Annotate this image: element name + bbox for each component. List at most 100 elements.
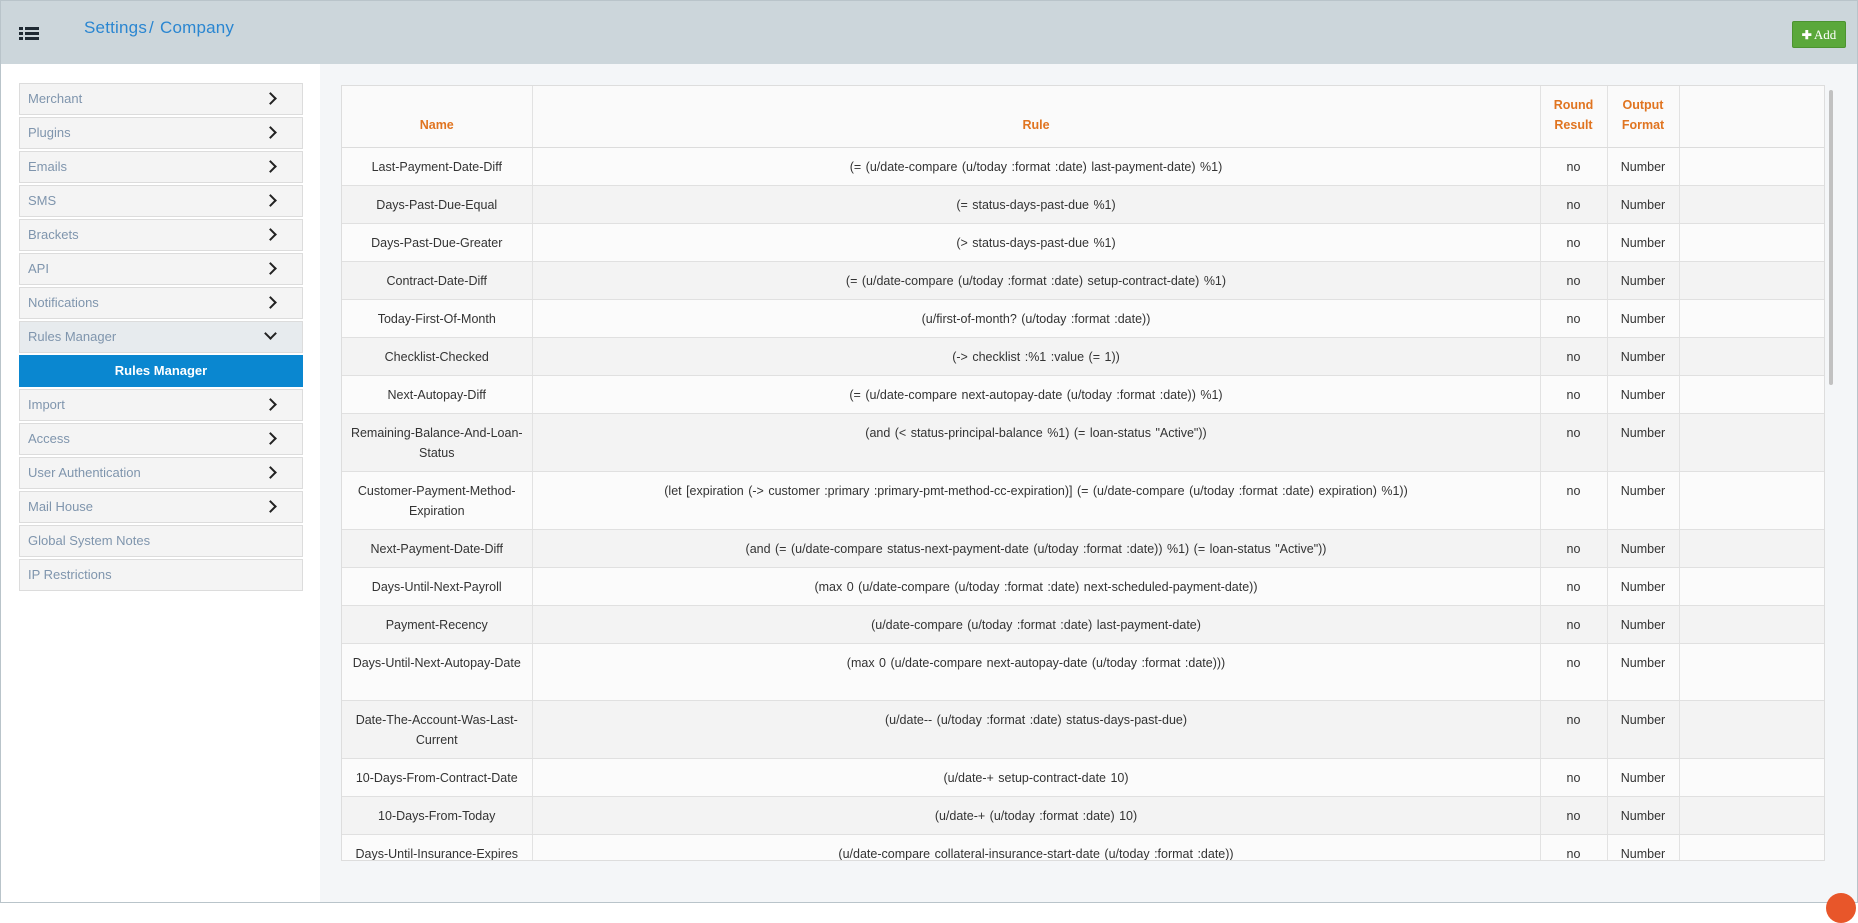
round-result-cell: no bbox=[1540, 337, 1608, 376]
actions-cell bbox=[1679, 471, 1824, 530]
sidebar-item-access[interactable]: Access bbox=[19, 423, 303, 455]
table-row[interactable]: Contract-Date-Diff (= (u/date-compare (u/… bbox=[342, 261, 1824, 300]
column-header-output-format[interactable]: Output Format bbox=[1607, 86, 1680, 148]
round-result-cell: no bbox=[1540, 605, 1608, 644]
table-row[interactable]: Next-Autopay-Diff (= (u/date-compare next… bbox=[342, 375, 1824, 414]
sidebar-item-global-system-notes[interactable]: Global System Notes bbox=[19, 525, 303, 557]
sidebar-item-sms[interactable]: SMS bbox=[19, 185, 303, 217]
output-format-cell: Number bbox=[1607, 796, 1680, 835]
rule-name-cell: Next-Payment-Date-Diff bbox=[342, 529, 533, 568]
column-header-rule[interactable]: Rule bbox=[532, 86, 1541, 148]
round-result-cell: no bbox=[1540, 758, 1608, 797]
round-result-cell: no bbox=[1540, 529, 1608, 568]
sidebar-item-notifications[interactable]: Notifications bbox=[19, 287, 303, 319]
table-row[interactable]: Customer-Payment-Method-Expiration (let [… bbox=[342, 471, 1824, 530]
actions-cell bbox=[1679, 605, 1824, 644]
round-result-cell: no bbox=[1540, 299, 1608, 338]
round-result-cell: no bbox=[1540, 413, 1608, 472]
rule-name-cell: Days-Past-Due-Greater bbox=[342, 223, 533, 262]
chevron-right-icon bbox=[264, 492, 278, 522]
table-row[interactable]: Days-Past-Due-Equal (= status-days-past-d… bbox=[342, 185, 1824, 224]
sidebar-item-user-authentication[interactable]: User Authentication bbox=[19, 457, 303, 489]
rule-expression-cell: (= (u/date-compare (u/today :format :dat… bbox=[532, 147, 1541, 186]
round-result-cell: no bbox=[1540, 185, 1608, 224]
actions-cell bbox=[1679, 299, 1824, 338]
actions-cell bbox=[1679, 567, 1824, 606]
sidebar-item-label: Plugins bbox=[28, 125, 71, 140]
output-format-cell: Number bbox=[1607, 471, 1680, 530]
table-row[interactable]: Days-Until-Next-Payroll (max 0 (u/date-co… bbox=[342, 567, 1824, 606]
actions-cell bbox=[1679, 643, 1824, 701]
table-row[interactable]: Today-First-Of-Month (u/first-of-month? (… bbox=[342, 299, 1824, 338]
round-result-cell: no bbox=[1540, 261, 1608, 300]
breadcrumb-settings[interactable]: Settings bbox=[84, 18, 147, 37]
table-row[interactable]: 10-Days-From-Contract-Date (u/date-+ setu… bbox=[342, 758, 1824, 797]
chevron-right-icon bbox=[264, 458, 278, 488]
sidebar-item-brackets[interactable]: Brackets bbox=[19, 219, 303, 251]
sidebar-item-label: Global System Notes bbox=[28, 533, 151, 548]
table-row[interactable]: Checklist-Checked (-> checklist :%1 :valu… bbox=[342, 337, 1824, 376]
sidebar-item-rules-manager[interactable]: Rules Manager bbox=[19, 321, 303, 353]
output-format-cell: Number bbox=[1607, 529, 1680, 568]
chevron-right-icon bbox=[264, 254, 278, 284]
rule-name-cell: Contract-Date-Diff bbox=[342, 261, 533, 300]
column-header-round-result[interactable]: Round Result bbox=[1540, 86, 1608, 148]
sidebar-item-label: User Authentication bbox=[28, 465, 141, 480]
column-header-name[interactable]: Name bbox=[342, 86, 533, 148]
output-format-cell: Number bbox=[1607, 567, 1680, 606]
rule-name-cell: Days-Until-Next-Autopay-Date bbox=[342, 643, 533, 701]
output-format-cell: Number bbox=[1607, 643, 1680, 701]
table-row[interactable]: Payment-Recency (u/date-compare (u/today … bbox=[342, 605, 1824, 644]
sidebar-item-api[interactable]: API bbox=[19, 253, 303, 285]
table-scrollbar-thumb[interactable] bbox=[1829, 90, 1833, 385]
chevron-down-icon bbox=[264, 322, 278, 352]
round-result-cell: no bbox=[1540, 796, 1608, 835]
breadcrumb: Settings / Company bbox=[84, 18, 234, 38]
rule-name-cell: 10-Days-From-Today bbox=[342, 796, 533, 835]
actions-cell bbox=[1679, 529, 1824, 568]
settings-sidebar: Merchant Plugins Emails SMS Brackets API Notif… bbox=[19, 83, 303, 593]
table-row[interactable]: Days-Until-Next-Autopay-Date (max 0 (u/da… bbox=[342, 643, 1824, 701]
table-row[interactable]: 10-Days-From-Today (u/date-+ (u/today :fo… bbox=[342, 796, 1824, 835]
breadcrumb-company[interactable]: Company bbox=[160, 18, 234, 37]
help-badge[interactable] bbox=[1826, 893, 1856, 923]
sidebar-subitem-rules-manager[interactable]: Rules Manager bbox=[19, 355, 303, 387]
output-format-cell: Number bbox=[1607, 185, 1680, 224]
sidebar-item-label: Rules Manager bbox=[28, 329, 117, 344]
sidebar-item-ip-restrictions[interactable]: IP Restrictions bbox=[19, 559, 303, 591]
breadcrumb-separator: / bbox=[149, 18, 154, 37]
table-row[interactable]: Remaining-Balance-And-Loan-Status (and (<… bbox=[342, 413, 1824, 472]
table-row[interactable]: Next-Payment-Date-Diff (and (= (u/date-co… bbox=[342, 529, 1824, 568]
sidebar-item-label: Notifications bbox=[28, 295, 99, 310]
chevron-right-icon bbox=[264, 424, 278, 454]
round-result-cell: no bbox=[1540, 471, 1608, 530]
actions-cell bbox=[1679, 337, 1824, 376]
sidebar-item-import[interactable]: Import bbox=[19, 389, 303, 421]
rule-expression-cell: (u/date-+ setup-contract-date 10) bbox=[532, 758, 1541, 797]
sidebar-item-mail-house[interactable]: Mail House bbox=[19, 491, 303, 523]
rule-expression-cell: (let [expiration (-> customer :primary :… bbox=[532, 471, 1541, 530]
sidebar-item-plugins[interactable]: Plugins bbox=[19, 117, 303, 149]
rule-name-cell: Days-Until-Insurance-Expires bbox=[342, 834, 533, 860]
table-row[interactable]: Days-Past-Due-Greater (> status-days-past… bbox=[342, 223, 1824, 262]
rule-name-cell: Days-Past-Due-Equal bbox=[342, 185, 533, 224]
table-row[interactable]: Days-Until-Insurance-Expires (u/date-comp… bbox=[342, 834, 1824, 860]
output-format-cell: Number bbox=[1607, 413, 1680, 472]
rule-name-cell: Payment-Recency bbox=[342, 605, 533, 644]
round-result-cell: no bbox=[1540, 700, 1608, 759]
table-row[interactable]: Date-The-Account-Was-Last-Current (u/date… bbox=[342, 700, 1824, 759]
sidebar-item-emails[interactable]: Emails bbox=[19, 151, 303, 183]
chevron-right-icon bbox=[264, 186, 278, 216]
add-button[interactable]: ✚ Add bbox=[1792, 21, 1846, 48]
table-row[interactable]: Last-Payment-Date-Diff (= (u/date-compare… bbox=[342, 147, 1824, 186]
list-icon[interactable] bbox=[19, 25, 39, 41]
output-format-cell: Number bbox=[1607, 261, 1680, 300]
rule-name-cell: Remaining-Balance-And-Loan-Status bbox=[342, 413, 533, 472]
sidebar-item-label: Merchant bbox=[28, 91, 83, 106]
rule-expression-cell: (> status-days-past-due %1) bbox=[532, 223, 1541, 262]
add-button-label: Add bbox=[1813, 26, 1837, 42]
sidebar-item-merchant[interactable]: Merchant bbox=[19, 83, 303, 115]
actions-cell bbox=[1679, 185, 1824, 224]
output-format-cell: Number bbox=[1607, 700, 1680, 759]
rule-name-cell: Next-Autopay-Diff bbox=[342, 375, 533, 414]
